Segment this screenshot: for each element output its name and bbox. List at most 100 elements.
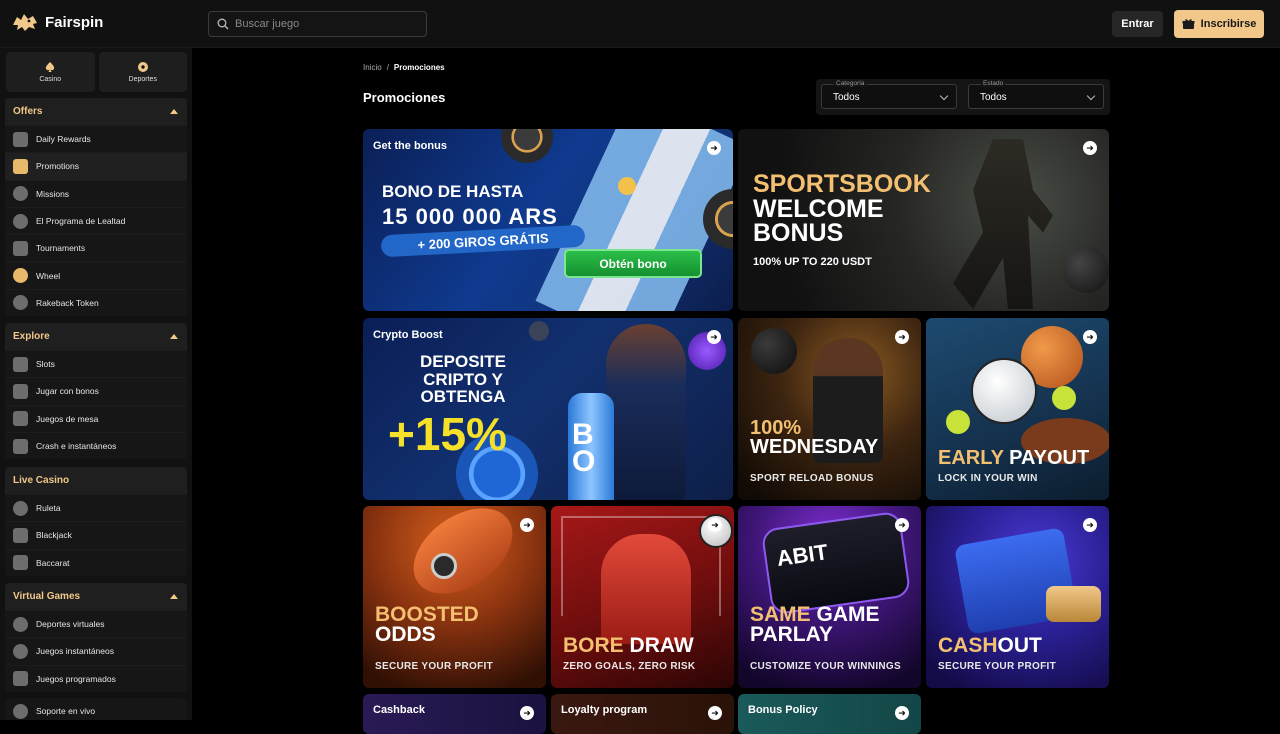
sidebar-item-blackjack[interactable]: Blackjack [5,521,187,548]
sidebar-item-wheel[interactable]: Wheel [5,261,187,288]
sidebar-item-table-games[interactable]: Juegos de mesa [5,404,187,432]
promo-headline: EARLY PAYOUT [938,448,1089,468]
sidebar-item-slots[interactable]: Slots [5,350,187,377]
sidebar-item-label: Blackjack [36,530,72,541]
search-icon [217,18,229,30]
chevron-down-icon [1086,91,1096,101]
login-button[interactable]: Entrar [1112,11,1163,37]
promo-card-boosted-odds[interactable]: BOOSTED ODDS SECURE YOUR PROFIT ➜ [363,506,546,688]
arrow-right-icon[interactable]: ➜ [707,330,721,344]
rocket-window-image [431,553,457,579]
support-label: Soporte en vivo [36,706,96,716]
promo-card-wednesday[interactable]: 100% WEDNESDAY SPORT RELOAD BONUS ➜ [738,318,921,500]
arrow-right-icon[interactable]: ➜ [520,518,534,532]
slots-icon [13,356,28,372]
brand-logo[interactable]: Fairspin [11,11,103,33]
promo-label: Cashback [373,704,425,716]
token-icon [13,295,28,311]
sidebar-item-scheduled-games[interactable]: Juegos programados [5,664,187,692]
roulette-icon [13,500,28,516]
sidebar-item-promotions[interactable]: Promotions [5,152,187,180]
promo-headline: CASHOUT [938,634,1042,658]
tab-casino[interactable]: Casino [6,52,95,92]
promo-card-loyalty[interactable]: Loyalty program ➜ [551,694,734,734]
search-input[interactable]: Buscar juego [235,18,299,30]
sidebar-item-tournaments[interactable]: Tournaments [5,234,187,261]
status-select[interactable]: Estado Todos [968,80,1104,109]
sidebar-group-virtual-games: Virtual Games Deportes virtuales Juegos … [5,583,187,692]
chevron-up-icon [170,334,178,339]
promo-card-cashout[interactable]: CASHOUT SECURE YOUR PROFIT ➜ [926,506,1109,688]
sidebar-item-label: Missions [36,188,70,199]
arrow-right-icon[interactable]: ➜ [1083,330,1097,344]
promo-card-bore-draw[interactable]: BORE DRAW ZERO GOALS, ZERO RISK ➜ [551,506,734,688]
sidebar-item-rakeback[interactable]: Rakeback Token [5,288,187,316]
sidebar-item-daily-rewards[interactable]: Daily Rewards [5,125,187,152]
breadcrumb-home[interactable]: Inicio [363,63,382,72]
trophy-icon [13,240,28,256]
category-select[interactable]: Categoría Todos [821,80,957,109]
promo-card-cashback[interactable]: Cashback ➜ [363,694,546,734]
page-title: Promociones [363,90,446,105]
arrow-right-icon[interactable]: ➜ [895,330,909,344]
bottle-image: BO [568,393,614,500]
promo-sub: CUSTOMIZE YOUR WINNINGS [750,661,901,672]
promo-headline-white: WEDNESDAY [750,436,879,458]
sidebar-item-virtual-sports[interactable]: Deportes virtuales [5,610,187,637]
promo-card-early-payout[interactable]: EARLY PAYOUT LOCK IN YOUR WIN ➜ [926,318,1109,500]
sidebar-item-crash[interactable]: Crash e instantáneos [5,431,187,459]
promo-card-sportsbook[interactable]: SPORTSBOOK WELCOME BONUS 100% UP TO 220 … [738,129,1109,311]
sidebar-item-missions[interactable]: Missions [5,179,187,207]
arrow-right-icon[interactable]: ➜ [707,141,721,155]
sidebar-group-explore: Explore Slots Jugar con bonos Juegos de … [5,323,187,460]
group-header-live-casino[interactable]: Live Casino [5,467,187,494]
wheel-icon [13,268,28,284]
group-header-offers[interactable]: Offers [5,98,187,125]
sidebar-item-baccarat[interactable]: Baccarat [5,548,187,576]
promo-headline: SAME GAME PARLAY [750,604,880,645]
soccer-ball-image [1063,247,1109,293]
cards-icon [13,411,28,427]
sidebar-item-loyalty[interactable]: El Programa de Lealtad [5,206,187,234]
promo-percent: +15% [388,408,507,460]
chevron-up-icon [170,594,178,599]
promo-card-same-game-parlay[interactable]: ABIT SAME GAME PARLAY CUSTOMIZE YOUR WIN… [738,506,921,688]
sidebar-item-roulette[interactable]: Ruleta [5,494,187,521]
arrow-right-icon[interactable]: ➜ [895,518,909,532]
sun-of-may-emblem [618,177,636,195]
soccer-ball-image [971,358,1037,424]
arrow-right-icon[interactable]: ➜ [520,706,534,720]
arrow-right-icon[interactable]: ➜ [1083,141,1097,155]
promo-card-crypto-boost[interactable]: BO Crypto Boost DEPOSITE CRIPTO Y OBTENG… [363,318,733,500]
lion-logo-icon [13,14,37,31]
promo-headline: 100% WEDNESDAY [750,418,879,458]
register-button[interactable]: Inscribirse [1174,10,1264,38]
calendar-icon [13,131,28,147]
sidebar-item-label: Daily Rewards [36,134,91,145]
support-icon [13,703,28,719]
promo-headline-white: OUT [997,634,1042,658]
arrow-right-icon[interactable]: ➜ [895,706,909,720]
tab-deportes[interactable]: Deportes [98,52,187,92]
get-bonus-button[interactable]: Obtén bono [564,249,702,278]
promo-card-get-bonus[interactable]: Get the bonus BONO DE HASTA 15 000 000 A… [363,129,733,311]
baccarat-icon [13,555,28,571]
sidebar-item-instant-games[interactable]: Juegos instantáneos [5,637,187,664]
live-support-button[interactable]: Soporte en vivo [5,698,187,720]
arrow-right-icon[interactable]: ➜ [708,518,722,532]
promo-card-bonus-policy[interactable]: Bonus Policy ➜ [738,694,921,734]
arrow-right-icon[interactable]: ➜ [708,706,722,720]
sidebar-tabs: Casino Deportes [6,52,187,92]
sidebar-item-bonus-games[interactable]: Jugar con bonos [5,377,187,404]
group-header-virtual-games[interactable]: Virtual Games [5,583,187,610]
group-header-explore[interactable]: Explore [5,323,187,350]
sidebar-item-label: Jugar con bonos [36,386,99,397]
category-value: Todos [833,92,860,103]
sidebar-item-label: Juegos de mesa [36,413,99,424]
virtual-sports-icon [13,616,28,632]
arrow-right-icon[interactable]: ➜ [1083,518,1097,532]
search-box[interactable]: Buscar juego [208,11,427,37]
promo-label: Loyalty program [561,704,648,716]
basketball-image [751,328,797,374]
stadium-screen-image: ABIT [760,510,912,616]
